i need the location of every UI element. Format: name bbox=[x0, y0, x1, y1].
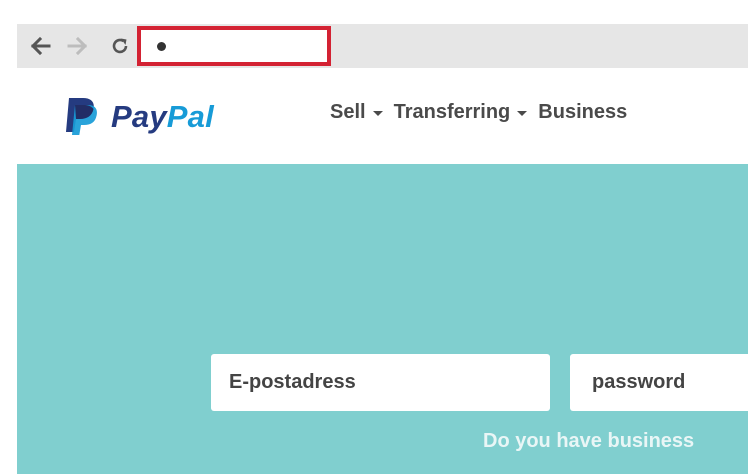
browser-toolbar bbox=[17, 24, 748, 68]
paypal-wordmark: PayPal bbox=[111, 101, 214, 132]
forward-arrow-icon bbox=[67, 36, 88, 56]
page: PayPal Sell Transferring Business E-post… bbox=[0, 0, 748, 474]
caret-down-icon bbox=[517, 110, 528, 116]
password-field[interactable]: password bbox=[570, 354, 748, 411]
back-arrow-icon bbox=[30, 36, 51, 56]
nav-item-label: Sell bbox=[330, 101, 366, 123]
paypal-logo[interactable]: PayPal bbox=[63, 96, 214, 136]
reload-icon bbox=[112, 38, 128, 54]
main-nav: Sell Transferring Business bbox=[330, 102, 627, 122]
logo-pay-text: Pay bbox=[111, 98, 167, 134]
nav-item-sell[interactable]: Sell bbox=[330, 102, 394, 122]
caret-down-icon bbox=[372, 110, 383, 116]
email-field[interactable]: E-postadress bbox=[211, 354, 550, 411]
address-bar[interactable] bbox=[137, 26, 331, 66]
business-account-link[interactable]: Do you have business bbox=[483, 430, 694, 453]
paypal-p-icon bbox=[66, 98, 97, 135]
hero-section: E-postadress password Do you have busine… bbox=[17, 164, 748, 474]
forward-button[interactable] bbox=[61, 24, 95, 68]
password-placeholder: password bbox=[592, 371, 686, 393]
address-dot-icon bbox=[157, 42, 166, 51]
email-placeholder: E-postadress bbox=[229, 371, 356, 393]
site-header: PayPal Sell Transferring Business bbox=[17, 68, 748, 164]
nav-item-business[interactable]: Business bbox=[538, 102, 627, 122]
nav-item-label: Transferring bbox=[393, 101, 511, 123]
logo-pal-text: Pal bbox=[166, 98, 214, 134]
back-button[interactable] bbox=[23, 24, 57, 68]
nav-item-transferring[interactable]: Transferring bbox=[394, 102, 539, 122]
reload-button[interactable] bbox=[103, 24, 137, 68]
nav-item-label: Business bbox=[538, 101, 628, 123]
